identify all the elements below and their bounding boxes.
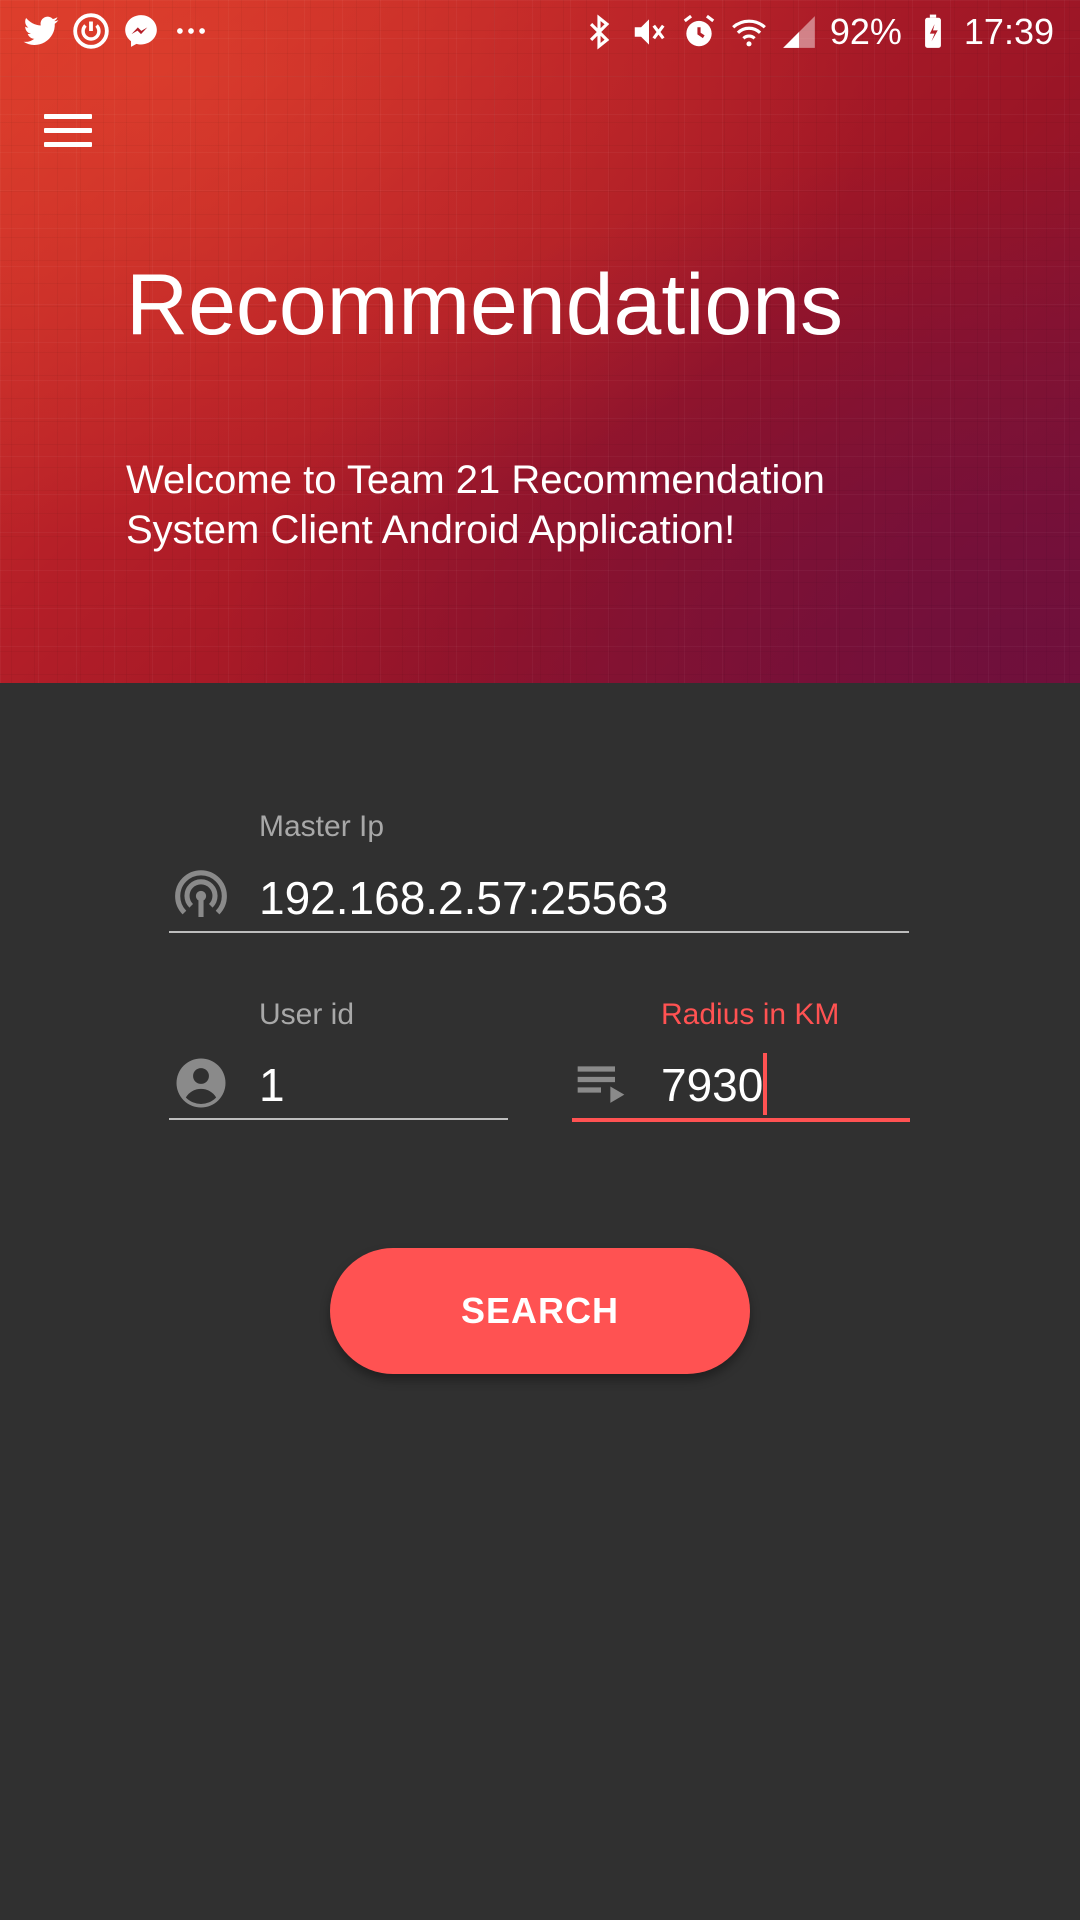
menu-bar bbox=[44, 128, 92, 133]
welcome-text: Welcome to Team 21 Recommendation System… bbox=[126, 458, 825, 552]
battery-charging-icon bbox=[924, 14, 941, 48]
account-circle-icon bbox=[176, 1058, 226, 1108]
master-ip-underline bbox=[169, 931, 909, 933]
messenger-icon bbox=[125, 15, 157, 47]
clock: 17:39 bbox=[963, 11, 1054, 52]
page-title: Recommendations bbox=[126, 257, 844, 353]
header-banner: 92% 17:39 Recommendations Welcome to Tea… bbox=[0, 0, 1080, 683]
mute-icon bbox=[634, 19, 665, 45]
menu-bar bbox=[44, 142, 92, 147]
radius-label: Radius in KM bbox=[661, 998, 840, 1031]
master-ip-label: Master Ip bbox=[259, 810, 385, 843]
bluetooth-icon bbox=[589, 14, 610, 50]
twitter-icon bbox=[23, 16, 59, 45]
menu-icon[interactable] bbox=[44, 114, 104, 162]
master-ip-input[interactable] bbox=[259, 868, 909, 928]
more-dots-icon bbox=[177, 28, 205, 34]
battery-percent: 92% bbox=[829, 11, 902, 52]
user-id-label: User id bbox=[259, 998, 355, 1031]
user-id-input[interactable] bbox=[259, 1055, 507, 1115]
alarm-icon bbox=[683, 14, 715, 47]
radius-underline bbox=[572, 1118, 910, 1122]
broadcast-icon bbox=[175, 870, 227, 917]
signal-icon bbox=[783, 16, 815, 48]
power-app-icon bbox=[73, 13, 109, 49]
playlist-play-icon bbox=[577, 1066, 625, 1103]
wifi-icon bbox=[731, 19, 766, 47]
menu-bar bbox=[44, 114, 92, 119]
radius-input[interactable] bbox=[661, 1055, 909, 1115]
search-button[interactable]: SEARCH bbox=[330, 1248, 750, 1374]
text-cursor bbox=[763, 1053, 767, 1115]
status-bar: 92% 17:39 bbox=[0, 0, 1080, 64]
user-id-underline bbox=[169, 1118, 508, 1120]
